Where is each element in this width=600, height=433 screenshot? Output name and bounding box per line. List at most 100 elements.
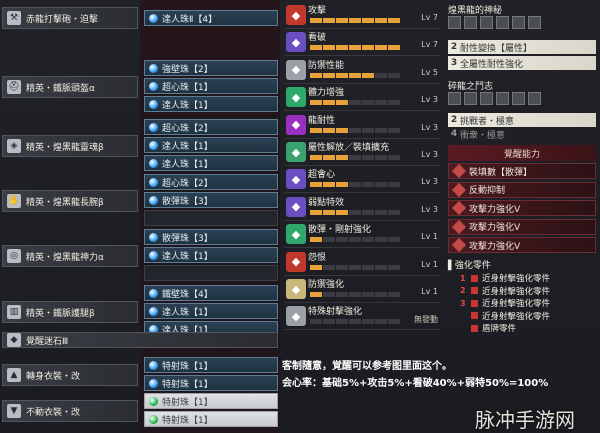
equipment-slot[interactable]: ◆ 覺醒迷石Ⅲ [2,332,278,348]
augment-label: 近身射擊強化零件 [482,299,551,310]
set-bonus-1-item[interactable]: 3 全屬性耐性強化 [448,56,596,70]
health-icon: ◆ [286,87,306,108]
bonus-icon [512,16,525,29]
skill-row[interactable]: ◆ 屬性解放／裝填擴充 Lv 3 [284,139,440,166]
decoration-name: 鐵壁珠【4】 [162,289,213,300]
note-line-2: 会心率：基础5%+攻击5%+看破40%+弱特50%=100% [282,378,549,389]
skill-row[interactable]: ◆ 特殊射擊強化 無發動 [284,303,440,331]
decoration-slot[interactable]: 特射珠【1】 [144,411,278,427]
leg-icon: ▥ [7,305,21,319]
decoration-gem-icon [149,158,158,168]
skill-name: 散彈・剛射強化 [308,225,372,236]
arm-icon: ✋ [7,194,21,208]
awaken-ability-label: 攻擊力強化Ⅴ [469,204,521,215]
awaken-ability[interactable]: 攻擊力強化Ⅴ [448,237,596,253]
skill-level-bar [310,100,400,106]
skill-name: 特殊射擊強化 [308,307,363,318]
decoration-gem-icon [149,99,158,109]
augment-number: 2 [460,286,466,296]
awaken-ability[interactable]: 攻擊力強化Ⅴ [448,200,596,216]
resent-icon: ◆ [286,251,306,272]
decoration-slot[interactable]: 特射珠【1】 [144,357,278,373]
decoration-name: 達人珠Ⅱ【4】 [162,14,218,25]
augments-title-text: 強化零件 [454,261,491,271]
skill-row[interactable]: ◆ 攻擊 Lv 7 [284,2,440,29]
skill-row[interactable]: ◆ 龍耐性 Lv 3 [284,112,440,139]
awaken-ability[interactable]: 攻擊力強化Ⅴ [448,218,596,235]
decoration-slot[interactable]: 達人珠【1】 [144,96,278,112]
set-bonus-1-icons [448,16,541,29]
decoration-slot[interactable]: 強壁珠【2】 [144,60,278,76]
decoration-gem-icon [149,306,158,316]
equipment-slot[interactable]: ▲ 轉身衣裝・改 [2,364,138,386]
decoration-gem-icon [149,140,158,150]
skill-row[interactable]: ◆ 弱點特效 Lv 3 [284,194,440,221]
decoration-slot[interactable]: 超心珠【2】 [144,174,278,190]
decoration-name: 散彈珠【3】 [162,233,213,244]
skill-row[interactable]: ◆ 防禦性能 Lv 5 [284,57,440,84]
skill-row[interactable]: ◆ 怨恨 Lv 1 [284,249,440,276]
bonus-icon [480,92,493,105]
equipment-slot[interactable]: ▥ 精英・鐵脈護腿β [2,301,138,323]
set-bonus-2-item[interactable]: 2 挑戰者・極意 [448,113,596,127]
skill-row[interactable]: ◆ 體力增強 Lv 3 [284,84,440,112]
decoration-slot[interactable]: 超心珠【2】 [144,119,278,135]
decoration-slot[interactable]: 達人珠【1】 [144,155,278,171]
augment-item[interactable]: 3 近身射擊強化零件 [460,297,551,310]
skill-level-bar [310,292,400,297]
equipment-name: 精英・煌黑龍長腕β [26,197,104,208]
decoration-slot[interactable]: 特射珠【1】 [144,375,278,391]
decoration-gem-icon [149,63,158,73]
equipment-slot[interactable]: ◈ 精英・煌黑龍靈魂β [2,135,138,157]
set-bonus-1-item[interactable]: 2 耐性變換【屬性】 [448,40,596,54]
skill-level-bar [310,127,400,133]
awaken-ability[interactable]: 反動抑制 [448,181,596,198]
set-bonus-label: 挑戰者・極意 [460,116,515,127]
weakness-icon: ◆ [286,196,306,217]
decoration-slot[interactable]: 散彈珠【3】 [144,192,278,208]
skill-level: Lv 7 [421,13,438,22]
augment-item[interactable]: 1 近身射擊強化零件 [460,272,551,285]
skill-level-bar [310,18,400,23]
augment-label: 近身射擊強化零件 [482,274,551,284]
decoration-slot[interactable]: 散彈珠【3】 [144,229,278,245]
decoration-name: 達人珠【1】 [162,100,213,111]
decoration-gem-icon [149,232,158,242]
skill-row[interactable]: ◆ 散彈・剛射強化 Lv 1 [284,221,440,249]
skill-name: 龍耐性 [308,115,336,126]
equipment-slot[interactable]: ◎ 精英・煌黑龍神力α [2,245,138,267]
equipment-slot[interactable]: ⚒ 赤龍打擊砲・迫擊 [2,7,138,29]
augment-block-icon [471,312,478,320]
set-bonus-label: 衝衆・極意 [460,130,506,141]
decoration-name: 特射珠【1】 [162,361,213,372]
augment-item[interactable]: 近身射擊強化零件 [460,310,550,322]
skill-name: 攻擊 [308,6,327,16]
decoration-slot[interactable]: 特射珠【1】 [144,393,278,409]
skill-level: Lv 5 [421,67,438,77]
decoration-slot[interactable]: 達人珠【1】 [144,303,278,319]
decoration-slot[interactable] [144,210,278,226]
skill-level-bar [310,182,400,188]
skill-row[interactable]: ◆ 看破 Lv 7 [284,29,440,57]
guard-icon: ◆ [286,59,306,80]
equipment-slot[interactable]: ⛑ 精英・鐵脈頭盔α [2,76,138,98]
skill-row[interactable]: ◆ 超會心 Lv 3 [284,166,440,194]
skill-row[interactable]: ◆ 防禦強化 Lv 1 [284,276,440,303]
decoration-name: 超心珠【1】 [162,82,213,93]
decoration-slot[interactable]: 鐵壁珠【4】 [144,285,278,301]
decoration-slot[interactable] [144,265,278,281]
decoration-slot[interactable]: 達人珠【1】 [144,137,278,153]
decoration-slot[interactable]: 超心珠【1】 [144,78,278,94]
augment-label: 盾牌零件 [482,324,517,335]
decoration-name: 散彈珠【3】 [162,196,213,207]
augment-block-icon [471,324,478,332]
decoration-slot[interactable]: 達人珠【1】 [144,247,278,263]
equipment-slot[interactable]: ▼ 不動衣裝・改 [2,400,138,422]
augment-item[interactable]: 2 近身射擊強化零件 [460,285,550,297]
set-bonus-2-item[interactable]: 4 衝衆・極意 [448,127,596,141]
awaken-ability[interactable]: 裝填數【散彈】 [448,163,596,179]
equipment-slot[interactable]: ✋ 精英・煌黑龍長腕β [2,190,138,212]
augment-item[interactable]: 盾牌零件 [460,322,516,334]
decoration-slot[interactable]: 達人珠Ⅱ【4】 [144,10,278,26]
set-bonus-label: 耐性變換【屬性】 [460,43,533,54]
